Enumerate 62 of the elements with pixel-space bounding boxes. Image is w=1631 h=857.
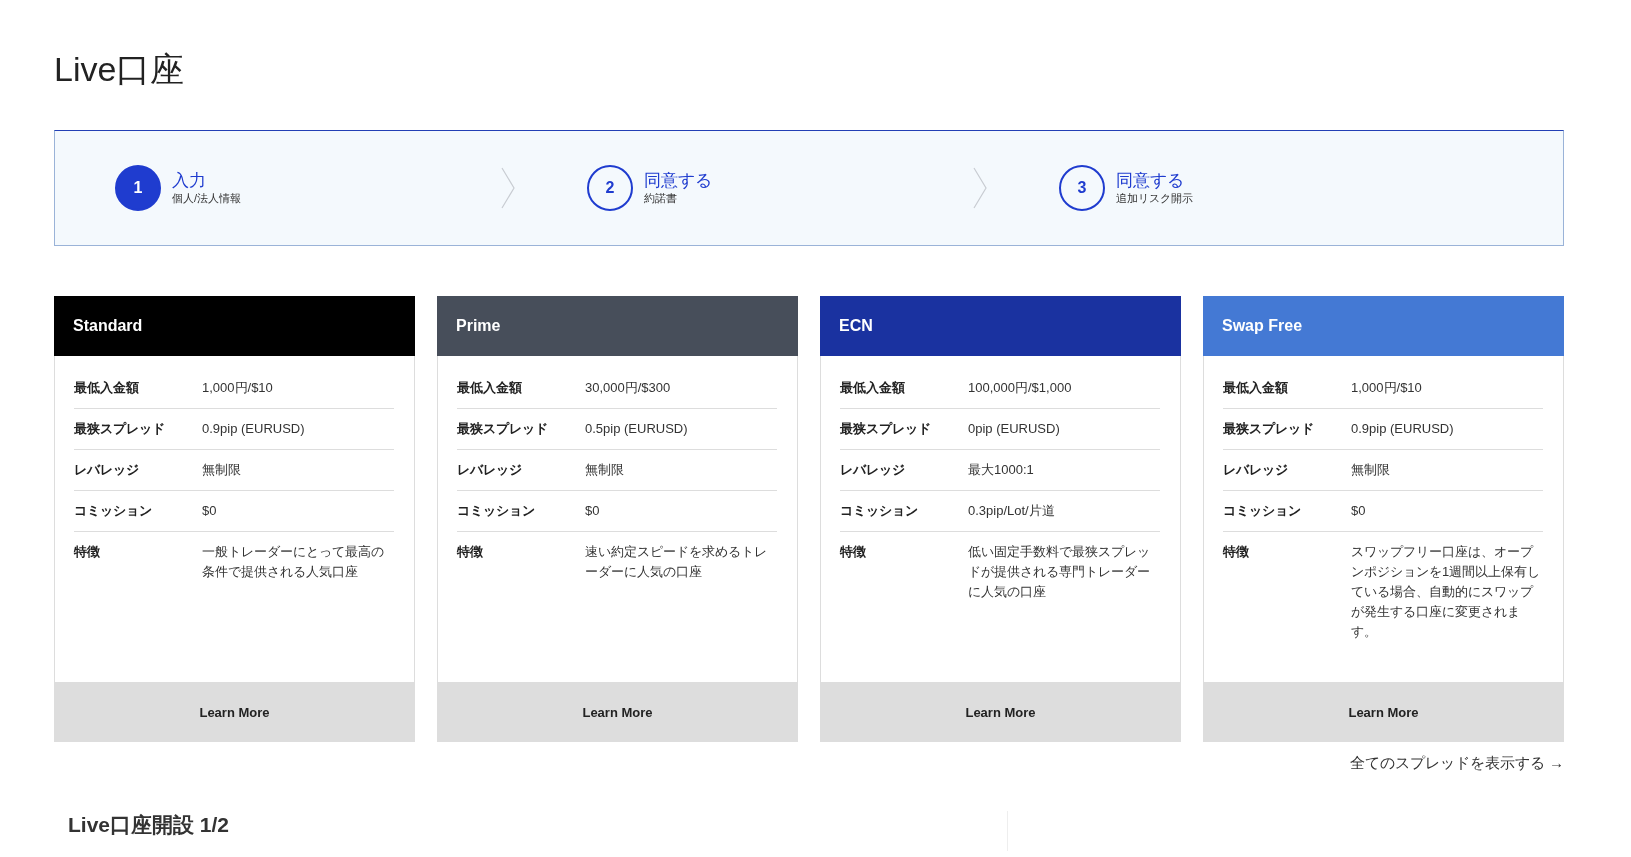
spec-label: 最狭スプレッド	[840, 420, 932, 438]
step-label: 同意する	[1116, 171, 1185, 191]
spec-label: コミッション	[1223, 502, 1302, 520]
spec-label: 特徴	[840, 543, 867, 561]
chevron-icon	[500, 167, 516, 209]
spec-value: 0.9pip (EURUSD)	[1351, 420, 1455, 438]
spec-label: レバレッジ	[457, 461, 523, 479]
spec-label: 最低入金額	[1223, 379, 1289, 397]
step-sublabel: 追加リスク開示	[1116, 191, 1194, 205]
spec-value: 0pip (EURUSD)	[968, 420, 1061, 438]
spec-label: 特徴	[457, 543, 484, 561]
page-title: Live口座	[54, 49, 186, 90]
step-number: 2	[587, 165, 633, 211]
all-spreads-link[interactable]: 全てのスプレッドを表示する →	[1349, 754, 1564, 773]
spec-label: 特徴	[1223, 543, 1250, 561]
spec-value: 1,000円/$10	[202, 379, 274, 397]
spec-value: 0.3pip/Lot/片道	[968, 502, 1056, 520]
spec-label: 特徴	[74, 543, 101, 561]
spec-value: 0.5pip (EURUSD)	[585, 420, 689, 438]
spec-value: 無制限	[202, 461, 242, 479]
card-header: Swap Free	[1203, 296, 1564, 356]
step-label: 入力	[172, 171, 207, 191]
spec-value: 低い固定手数料で最狭スプレッドが提供される専門トレーダーに人気の口座	[968, 543, 1151, 601]
spec-label: レバレッジ	[1223, 461, 1289, 479]
learn-more-button[interactable]: Learn More	[1203, 682, 1564, 742]
spec-value: $0	[1351, 502, 1367, 520]
step-sublabel: 約諾書	[644, 191, 678, 205]
spec-label: コミッション	[457, 502, 536, 520]
spec-label: 最低入金額	[74, 379, 140, 397]
spec-value: $0	[202, 502, 218, 520]
spec-label: 最狭スプレッド	[74, 420, 166, 438]
spec-value: 無制限	[1351, 461, 1391, 479]
spec-label: レバレッジ	[840, 461, 906, 479]
spec-value: 速い約定スピードを求めるトレーダーに人気の口座	[585, 543, 768, 581]
spec-value: 100,000円/$1,000	[968, 379, 1073, 397]
card-header: Standard	[54, 296, 415, 356]
spec-label: コミッション	[840, 502, 919, 520]
spec-value: 最大1000:1	[968, 461, 1035, 479]
spec-value: 一般トレーダーにとって最高の条件で提供される人気口座	[202, 543, 385, 581]
spec-label: 最狭スプレッド	[1223, 420, 1315, 438]
card-header: ECN	[820, 296, 1181, 356]
learn-more-button[interactable]: Learn More	[54, 682, 415, 742]
spec-label: コミッション	[74, 502, 153, 520]
spec-label: 最低入金額	[457, 379, 523, 397]
card-header: Prime	[437, 296, 798, 356]
step-number: 3	[1059, 165, 1105, 211]
spec-value: 30,000円/$300	[585, 379, 672, 397]
spec-label: 最低入金額	[840, 379, 906, 397]
step-sublabel: 個人/法人情報	[172, 191, 243, 205]
learn-more-button[interactable]: Learn More	[820, 682, 1181, 742]
learn-more-button[interactable]: Learn More	[437, 682, 798, 742]
spec-value: スワップフリー口座は、オープンポジションを1週間以上保有している場合、自動的にスワップが発生する口座に変更されます。	[1351, 543, 1542, 641]
spec-value: 1,000円/$10	[1351, 379, 1423, 397]
chevron-icon	[972, 167, 988, 209]
spec-label: レバレッジ	[74, 461, 140, 479]
spec-label: 最狭スプレッド	[457, 420, 549, 438]
section-heading: Live口座開設 1/2	[68, 812, 231, 838]
step-label: 同意する	[644, 171, 713, 191]
spec-value: 0.9pip (EURUSD)	[202, 420, 306, 438]
spec-value: $0	[585, 502, 601, 520]
step-number: 1	[115, 165, 161, 211]
spec-value: 無制限	[585, 461, 625, 479]
